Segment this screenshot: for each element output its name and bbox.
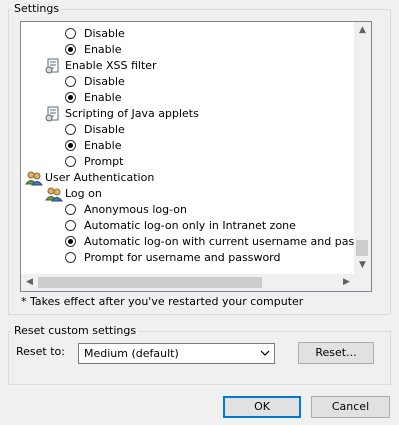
radio-label: Disable bbox=[84, 75, 125, 88]
document-settings-icon bbox=[45, 106, 61, 122]
radio-button[interactable] bbox=[65, 76, 76, 87]
radio-label: Prompt bbox=[84, 155, 124, 168]
scroll-down-arrow-icon[interactable]: ▼ bbox=[354, 257, 371, 274]
radio-button[interactable] bbox=[65, 204, 76, 215]
reset-button[interactable]: Reset... bbox=[298, 342, 374, 364]
radio-label: Prompt for username and password bbox=[84, 251, 281, 264]
cancel-button[interactable]: Cancel bbox=[311, 396, 390, 418]
settings-tree[interactable]: Disable Enable Enable XSS filter Disable Ena… bbox=[20, 21, 372, 292]
radio-button[interactable] bbox=[65, 140, 76, 151]
radio-label: Disable bbox=[84, 123, 125, 136]
scroll-left-arrow-icon[interactable]: ◀ bbox=[21, 274, 38, 291]
radio-button[interactable] bbox=[65, 252, 76, 263]
radio-button[interactable] bbox=[65, 44, 76, 55]
radio-button[interactable] bbox=[65, 236, 76, 247]
vertical-scroll-thumb[interactable] bbox=[356, 240, 368, 256]
reset-level-value: Medium (default) bbox=[84, 347, 179, 360]
radio-label: Enable bbox=[84, 43, 122, 56]
radio-label: Anonymous log-on bbox=[84, 203, 187, 216]
radio-button[interactable] bbox=[65, 124, 76, 135]
horizontal-scroll-thumb[interactable] bbox=[38, 277, 262, 288]
scrollbar-corner bbox=[354, 274, 371, 291]
radio-button[interactable] bbox=[65, 92, 76, 103]
radio-label: Automatic log-on only in Intranet zone bbox=[84, 219, 296, 232]
reset-group-title: Reset custom settings bbox=[12, 324, 139, 337]
reset-to-label: Reset to: bbox=[16, 345, 65, 358]
ok-button[interactable]: OK bbox=[223, 396, 301, 418]
chevron-down-icon bbox=[260, 350, 270, 356]
subcategory-label: Log on bbox=[65, 187, 102, 200]
radio-button[interactable] bbox=[65, 220, 76, 231]
heading-label: Scripting of Java applets bbox=[65, 107, 199, 120]
horizontal-scrollbar[interactable]: ◀ ▶ bbox=[21, 274, 355, 291]
heading-label: Enable XSS filter bbox=[65, 59, 157, 72]
vertical-scrollbar[interactable]: ▲ ▼ bbox=[354, 22, 371, 274]
settings-group-title: Settings bbox=[12, 2, 62, 15]
scroll-up-arrow-icon[interactable]: ▲ bbox=[354, 22, 371, 39]
users-icon bbox=[25, 170, 43, 186]
document-settings-icon bbox=[45, 58, 61, 74]
radio-label: Enable bbox=[84, 139, 122, 152]
radio-label: Enable bbox=[84, 91, 122, 104]
scroll-right-arrow-icon[interactable]: ▶ bbox=[338, 274, 355, 291]
radio-label: Automatic log-on with current username a… bbox=[84, 235, 355, 248]
category-label: User Authentication bbox=[45, 171, 155, 184]
reset-level-select[interactable]: Medium (default) bbox=[78, 343, 275, 364]
settings-tree-content: Disable Enable Enable XSS filter Disable Ena… bbox=[21, 22, 355, 274]
users-icon bbox=[45, 186, 63, 202]
radio-label: Disable bbox=[84, 27, 125, 40]
radio-button[interactable] bbox=[65, 156, 76, 167]
restart-note: * Takes effect after you've restarted yo… bbox=[21, 295, 304, 308]
radio-button[interactable] bbox=[65, 28, 76, 39]
